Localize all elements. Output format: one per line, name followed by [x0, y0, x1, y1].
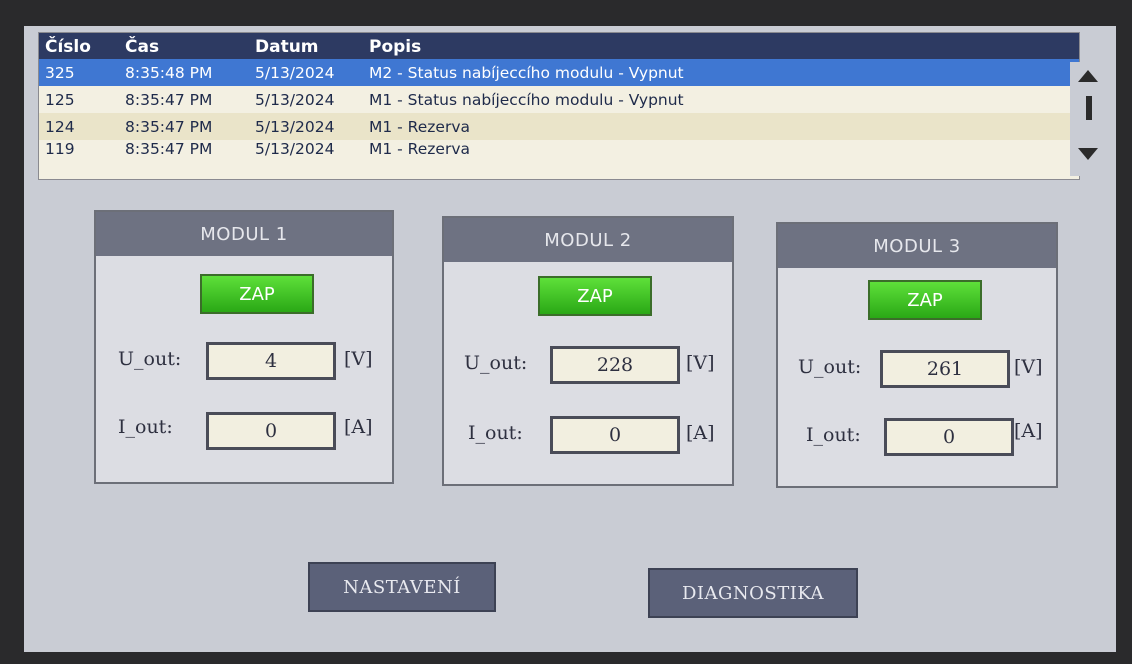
- alarm-table-header: Číslo Čas Datum Popis: [39, 33, 1079, 59]
- module-3-u-label: U_out:: [798, 356, 862, 378]
- alarm-date: 5/13/2024: [255, 63, 335, 82]
- module-1-i-unit: [A]: [344, 416, 373, 438]
- module-3-i-unit: [A]: [1014, 420, 1043, 442]
- scroll-thumb[interactable]: [1086, 96, 1092, 120]
- module-1-u-unit: [V]: [344, 348, 373, 370]
- diagnostics-button[interactable]: DIAGNOSTIKA: [648, 568, 858, 618]
- hmi-screen: Číslo Čas Datum Popis 325 8:35:48 PM 5/1…: [24, 26, 1116, 652]
- module-3-i-value: 0: [884, 418, 1014, 456]
- alarm-number: 325: [45, 63, 75, 82]
- alarm-time: 8:35:47 PM: [125, 140, 213, 158]
- module-1-title: MODUL 1: [96, 212, 392, 256]
- module-3-i-label: I_out:: [806, 424, 861, 446]
- module-2-i-unit: [A]: [686, 422, 715, 444]
- scroll-up-icon[interactable]: [1078, 70, 1098, 82]
- module-2-u-value: 228: [550, 346, 680, 384]
- header-description: Popis: [369, 37, 422, 57]
- alarm-description: M1 - Rezerva: [369, 117, 471, 136]
- module-3-u-unit: [V]: [1014, 356, 1043, 378]
- settings-button[interactable]: NASTAVENÍ: [308, 562, 496, 612]
- module-1-u-label: U_out:: [118, 348, 182, 370]
- alarm-row[interactable]: 119 8:35:47 PM 5/13/2024 M1 - Rezerva: [39, 140, 1079, 160]
- alarm-time: 8:35:48 PM: [125, 63, 213, 82]
- alarm-time: 8:35:47 PM: [125, 117, 213, 136]
- alarm-date: 5/13/2024: [255, 140, 335, 158]
- alarm-description: M1 - Rezerva: [369, 140, 471, 158]
- alarm-row[interactable]: 125 8:35:47 PM 5/13/2024 M1 - Status nab…: [39, 86, 1079, 113]
- header-time: Čas: [125, 37, 160, 57]
- alarm-scrollbar[interactable]: [1070, 62, 1110, 176]
- module-2-panel: MODUL 2 ZAP U_out: 228 [V] I_out: 0 [A]: [442, 216, 734, 486]
- header-number: Číslo: [45, 37, 91, 57]
- module-2-u-label: U_out:: [464, 352, 528, 374]
- module-3-u-value: 261: [880, 350, 1010, 388]
- alarm-description: M2 - Status nabíjeccího modulu - Vypnut: [369, 63, 684, 82]
- alarm-row[interactable]: 124 8:35:47 PM 5/13/2024 M1 - Rezerva: [39, 113, 1079, 140]
- header-date: Datum: [255, 37, 319, 57]
- module-1-i-value: 0: [206, 412, 336, 450]
- module-2-status-button[interactable]: ZAP: [538, 276, 652, 316]
- module-3-title: MODUL 3: [778, 224, 1056, 268]
- module-2-i-label: I_out:: [468, 422, 523, 444]
- module-3-status-button[interactable]: ZAP: [868, 280, 982, 320]
- module-2-u-unit: [V]: [686, 352, 715, 374]
- alarm-time: 8:35:47 PM: [125, 90, 213, 109]
- alarm-date: 5/13/2024: [255, 90, 335, 109]
- alarm-date: 5/13/2024: [255, 117, 335, 136]
- module-1-u-value: 4: [206, 342, 336, 380]
- alarm-number: 119: [45, 140, 75, 158]
- module-2-title: MODUL 2: [444, 218, 732, 262]
- alarm-row[interactable]: 325 8:35:48 PM 5/13/2024 M2 - Status nab…: [39, 59, 1079, 86]
- module-1-status-button[interactable]: ZAP: [200, 274, 314, 314]
- scroll-down-icon[interactable]: [1078, 148, 1098, 160]
- module-1-panel: MODUL 1 ZAP U_out: 4 [V] I_out: 0 [A]: [94, 210, 394, 484]
- module-1-i-label: I_out:: [118, 416, 173, 438]
- alarm-table[interactable]: Číslo Čas Datum Popis 325 8:35:48 PM 5/1…: [38, 32, 1080, 180]
- module-2-i-value: 0: [550, 416, 680, 454]
- module-3-panel: MODUL 3 ZAP U_out: 261 [V] I_out: 0 [A]: [776, 222, 1058, 488]
- alarm-number: 124: [45, 117, 75, 136]
- alarm-number: 125: [45, 90, 75, 109]
- alarm-description: M1 - Status nabíjeccího modulu - Vypnut: [369, 90, 684, 109]
